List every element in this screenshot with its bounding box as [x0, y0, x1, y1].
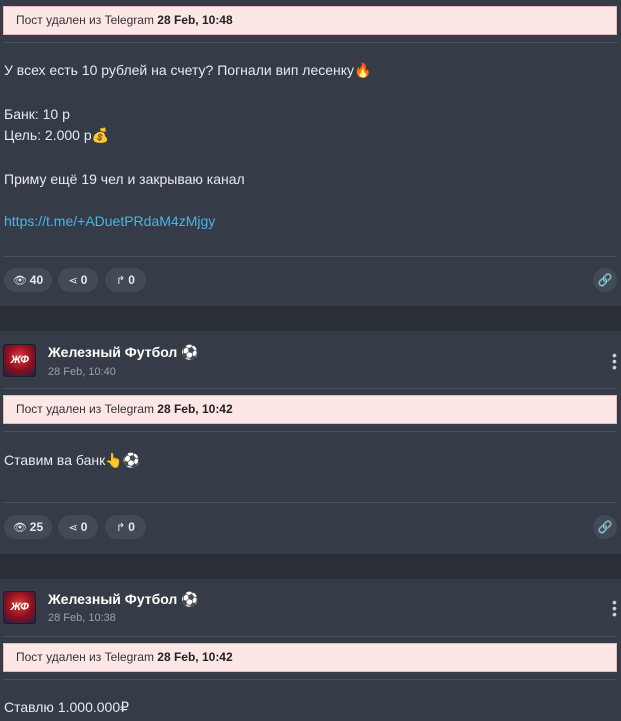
link-icon: 🔗 — [597, 273, 613, 287]
deleted-banner-time: 28 Feb, 10:42 — [157, 402, 233, 416]
deleted-banner: Пост удален из Telegram 28 Feb, 10:42 — [3, 395, 617, 424]
forward-icon: ↱ — [116, 275, 126, 287]
post-text-line: Ставим ва банк👆⚽ — [4, 452, 141, 468]
post-text-line: Банк: 10 р — [4, 106, 70, 122]
copy-link-button[interactable]: 🔗 — [593, 515, 617, 539]
deleted-banner-time: 28 Feb, 10:48 — [157, 13, 233, 27]
post-text-line: Ставлю 1.000.000₽ — [4, 699, 130, 715]
post-text-line: Цель: 2.000 р💰 — [4, 127, 110, 143]
post-link[interactable]: https://t.me/+ADuetPRdaM4zMjgy — [4, 213, 215, 229]
more-vertical-icon[interactable]: • • • — [612, 348, 617, 374]
views-counter: 👁 40 — [4, 268, 52, 292]
forward-button[interactable]: ↱ 0 — [105, 268, 146, 292]
deleted-banner-text: Пост удален из Telegram — [16, 402, 154, 416]
deleted-banner-text: Пост удален из Telegram — [16, 650, 154, 664]
divider — [3, 636, 617, 637]
deleted-banner: Пост удален из Telegram 28 Feb, 10:42 — [3, 643, 617, 672]
divider — [3, 431, 617, 432]
eye-icon: 👁 — [12, 275, 27, 287]
copy-link-button[interactable]: 🔗 — [593, 268, 617, 292]
link-icon: 🔗 — [597, 520, 613, 534]
forward-button[interactable]: ↱ 0 — [105, 515, 146, 539]
channel-name[interactable]: Железный Футбол ⚽ — [48, 344, 199, 361]
share-icon: ⋖ — [68, 522, 78, 534]
channel-avatar[interactable]: ЖФ — [3, 344, 36, 377]
divider — [3, 502, 617, 503]
divider — [3, 388, 617, 389]
share-icon: ⋖ — [68, 275, 78, 287]
post-text-line: Приму ещё 19 чел и закрываю канал — [4, 171, 245, 187]
post-date: 28 Feb, 10:40 — [48, 366, 116, 378]
deleted-banner-text: Пост удален из Telegram — [16, 13, 154, 27]
deleted-banner-time: 28 Feb, 10:42 — [157, 650, 233, 664]
channel-avatar[interactable]: ЖФ — [3, 591, 36, 624]
post-date: 28 Feb, 10:38 — [48, 612, 116, 624]
divider — [3, 679, 617, 680]
divider — [3, 256, 617, 257]
views-counter: 👁 25 — [4, 515, 52, 539]
more-vertical-icon[interactable]: • • • — [612, 595, 617, 621]
channel-name[interactable]: Железный Футбол ⚽ — [48, 591, 199, 608]
divider — [3, 42, 617, 43]
forward-icon: ↱ — [116, 522, 126, 534]
share-button[interactable]: ⋖ 0 — [58, 268, 98, 292]
post-text-line: У всех есть 10 рублей на счету? Погнали … — [4, 62, 372, 78]
deleted-banner: Пост удален из Telegram 28 Feb, 10:48 — [3, 6, 617, 35]
post-card — [0, 0, 621, 306]
eye-icon: 👁 — [12, 522, 27, 534]
share-button[interactable]: ⋖ 0 — [58, 515, 98, 539]
